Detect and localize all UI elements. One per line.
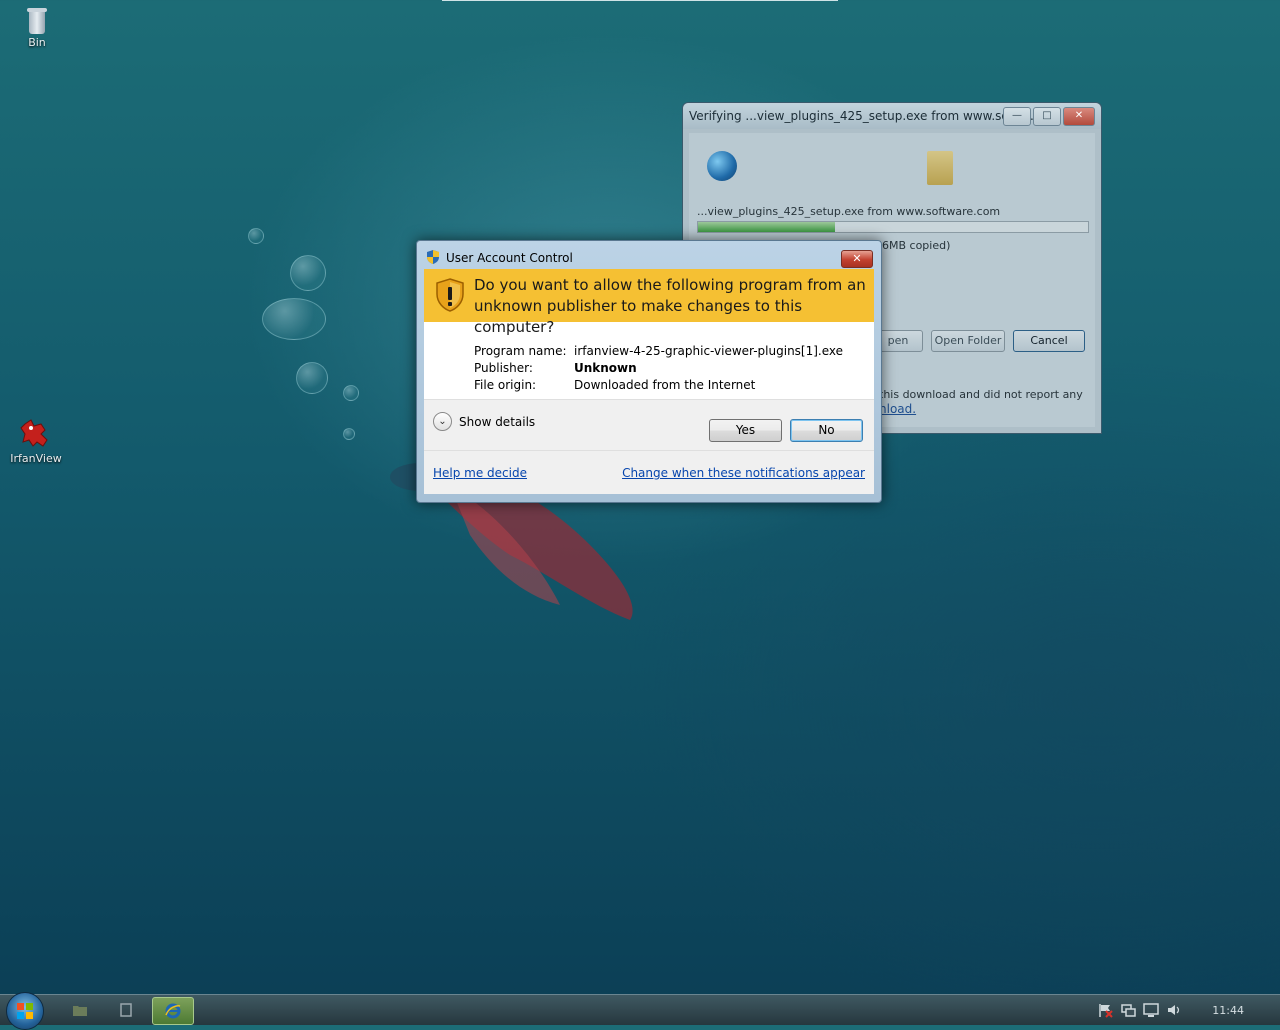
- change-notifications-link[interactable]: Change when these notifications appear: [622, 466, 865, 480]
- internet-explorer-icon: [165, 1003, 181, 1019]
- info-value: Unknown: [574, 361, 637, 375]
- chevron-down-icon[interactable]: ⌄: [433, 412, 452, 431]
- desktop-icon-bin[interactable]: Bin: [7, 6, 67, 49]
- action-center-flag-icon[interactable]: [1097, 1002, 1114, 1018]
- open-folder-button[interactable]: Open Folder: [931, 330, 1005, 352]
- globe-icon: [707, 151, 737, 181]
- help-me-decide-link[interactable]: Help me decide: [433, 466, 527, 480]
- wallpaper-bubble: [296, 362, 328, 394]
- download-note-link[interactable]: nload.: [879, 402, 916, 416]
- close-button[interactable]: ✕: [841, 250, 873, 268]
- window-icon: [120, 1003, 132, 1017]
- uac-title-bar: User Account Control ✕: [417, 241, 881, 269]
- windows-logo-icon: [17, 1003, 33, 1019]
- wallpaper-bubble: [248, 228, 264, 244]
- taskbar: 11:44: [0, 992, 1280, 1030]
- taskbar-explorer-button[interactable]: [60, 997, 100, 1023]
- info-label: Publisher:: [474, 361, 533, 375]
- folder-icon: [927, 151, 953, 185]
- desktop-icon-irfanview[interactable]: IrfanView: [6, 416, 66, 465]
- volume-icon[interactable]: [1166, 1002, 1182, 1018]
- info-value: Downloaded from the Internet: [574, 378, 756, 392]
- desktop-icon-label: IrfanView: [10, 452, 62, 465]
- cancel-button[interactable]: Cancel: [1013, 330, 1085, 352]
- network-icon[interactable]: [1120, 1002, 1137, 1018]
- minimize-button[interactable]: —: [1003, 107, 1031, 126]
- taskbar-ie-button[interactable]: [152, 997, 194, 1025]
- desktop-icon-label: Bin: [28, 36, 46, 49]
- download-note: this download and did not report any nlo…: [879, 388, 1083, 417]
- info-label: File origin:: [474, 378, 537, 392]
- display-icon[interactable]: [1143, 1002, 1160, 1018]
- close-button[interactable]: ✕: [1063, 107, 1095, 126]
- recycle-bin-icon: [26, 6, 48, 34]
- system-tray: 11:44: [1090, 995, 1280, 1025]
- wallpaper-bubble: [290, 255, 326, 291]
- info-row-program: Program name: irfanview-4-25-graphic-vie…: [474, 343, 843, 360]
- top-window-edge: [442, 0, 838, 1]
- uac-warning-banner: Do you want to allow the following progr…: [424, 269, 874, 336]
- clock[interactable]: 11:44: [1212, 1004, 1244, 1017]
- taskbar-window-button[interactable]: [106, 997, 146, 1023]
- wallpaper-bubble: [343, 428, 355, 440]
- uac-shield-icon: [427, 250, 439, 264]
- uac-button-area: ⌄ Show details Yes No: [424, 399, 874, 451]
- folder-icon: [73, 1006, 87, 1016]
- info-row-origin: File origin: Downloaded from the Interne…: [474, 377, 843, 394]
- wallpaper-bubble: [262, 298, 326, 340]
- no-button[interactable]: No: [790, 419, 863, 442]
- download-progress-fill: [698, 222, 835, 232]
- show-details-toggle[interactable]: Show details: [459, 415, 535, 429]
- info-label: Program name:: [474, 344, 567, 358]
- download-copied-text: 66MB copied): [875, 239, 951, 252]
- download-note-text: this download and did not report any: [879, 388, 1083, 401]
- uac-title: User Account Control: [446, 251, 573, 265]
- download-file-name: ...view_plugins_425_setup.exe from www.s…: [697, 205, 1001, 218]
- uac-question: Do you want to allow the following progr…: [474, 276, 866, 336]
- program-info: Program name: irfanview-4-25-graphic-vie…: [474, 343, 843, 394]
- download-progress-bar: [697, 221, 1089, 233]
- maximize-button[interactable]: □: [1033, 107, 1061, 126]
- start-button[interactable]: [6, 992, 44, 1030]
- uac-client-area: Do you want to allow the following progr…: [424, 269, 874, 494]
- yes-button[interactable]: Yes: [709, 419, 782, 442]
- uac-dialog[interactable]: User Account Control ✕ Do you want to al…: [416, 240, 882, 503]
- wallpaper-bubble: [343, 385, 359, 401]
- info-value: irfanview-4-25-graphic-viewer-plugins[1]…: [574, 344, 844, 358]
- uac-footer: Help me decide Change when these notific…: [424, 451, 874, 494]
- irfanview-icon: [19, 416, 53, 450]
- warning-shield-icon: [436, 278, 464, 312]
- info-row-publisher: Publisher: Unknown: [474, 360, 843, 377]
